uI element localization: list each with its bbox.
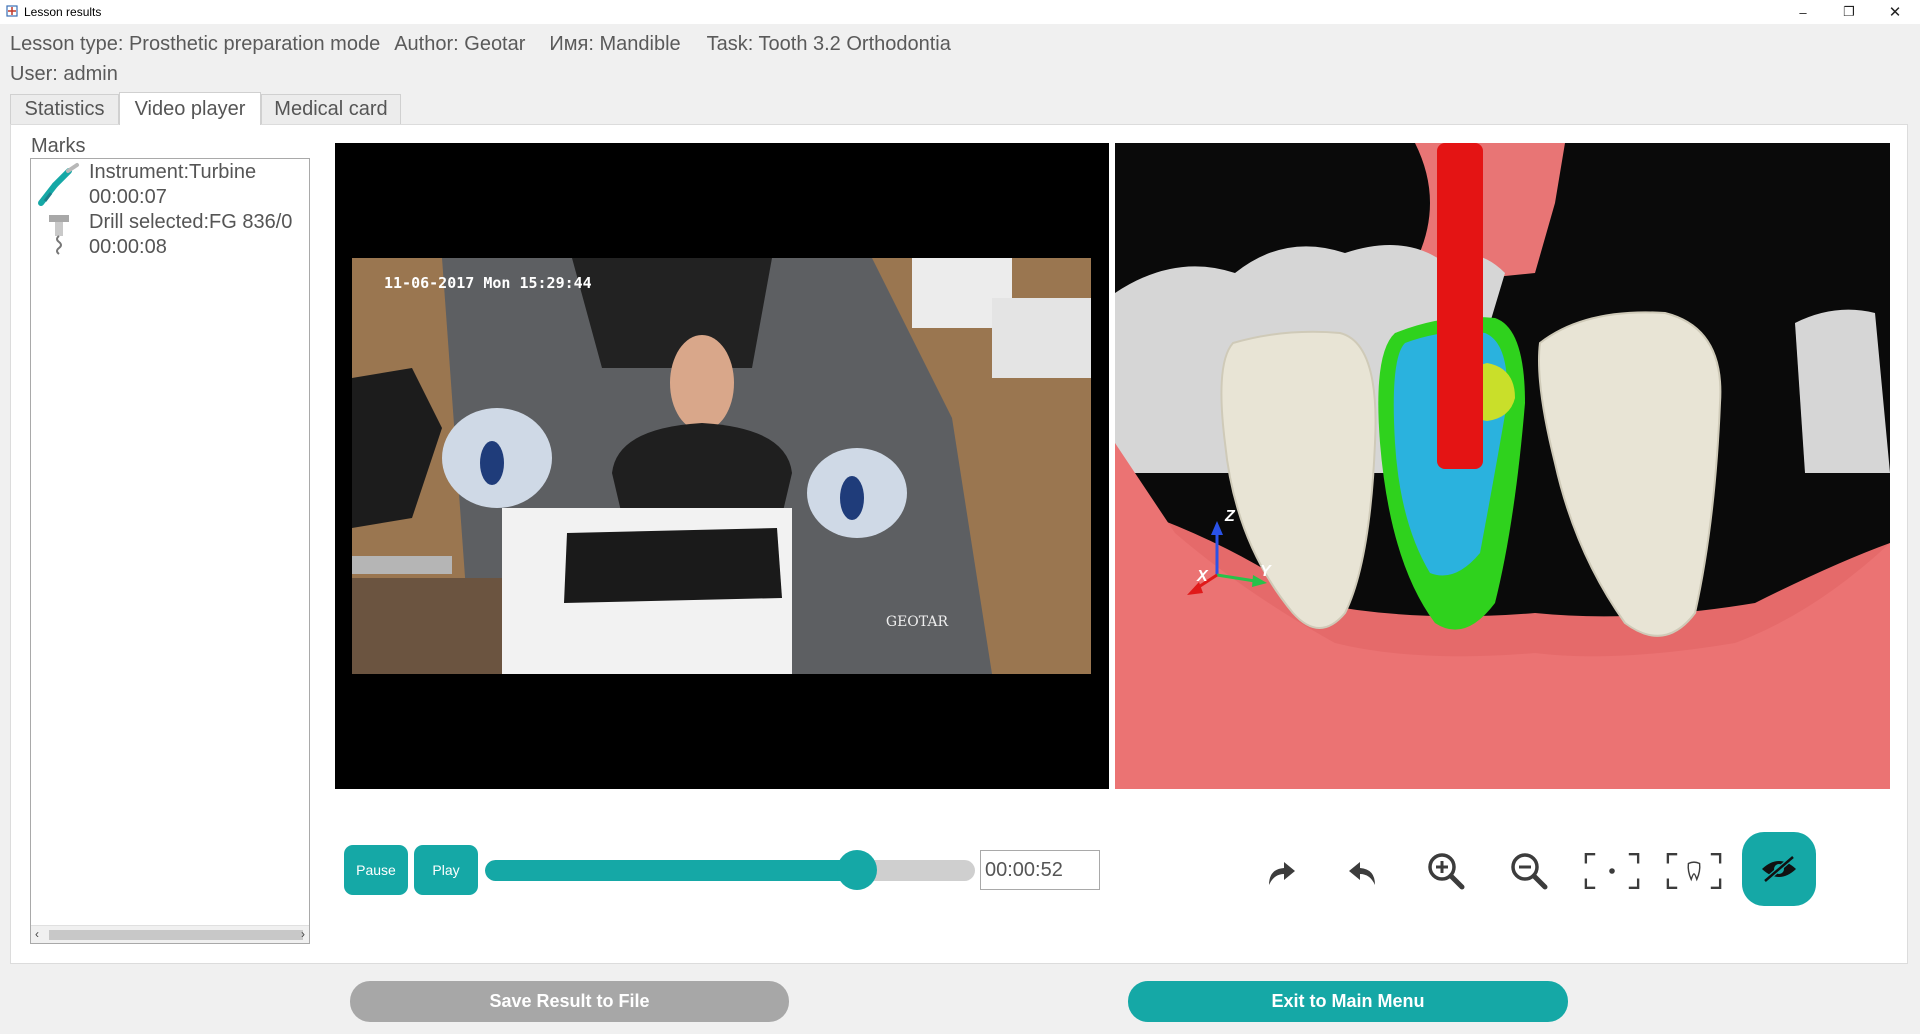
video-watermark: GEOTAR	[885, 614, 948, 630]
mark-title: Instrument:Turbine	[89, 161, 257, 183]
user-info: User: admin	[10, 63, 118, 85]
undo-icon	[1349, 862, 1375, 885]
lesson-type: Lesson type: Prosthetic preparation mode	[10, 33, 381, 55]
hide-icon	[1762, 855, 1796, 883]
fit-tooth-button[interactable]	[1666, 843, 1722, 899]
pause-button[interactable]: Pause	[344, 845, 408, 895]
lesson-name: Имя: Mandible	[549, 33, 681, 55]
redo-button[interactable]	[1252, 843, 1308, 899]
axis-y-label: Y	[1260, 563, 1271, 580]
seek-slider[interactable]	[485, 860, 975, 881]
marks-list[interactable]: Instrument:Turbine 00:00:07 Drill select…	[30, 158, 310, 944]
camera-scene	[352, 258, 1091, 674]
tab-statistics[interactable]: Statistics	[10, 94, 119, 124]
tab-video-player[interactable]: Video player	[119, 92, 261, 125]
close-button[interactable]: ✕	[1872, 0, 1918, 24]
marks-label: Marks	[31, 135, 86, 157]
fit-tooth-icon	[1666, 853, 1722, 889]
minimize-button[interactable]: –	[1780, 0, 1826, 24]
fit-view-button[interactable]	[1584, 843, 1640, 899]
redo-icon	[1269, 862, 1295, 885]
fit-view-icon	[1584, 853, 1640, 889]
lesson-info: Lesson type: Prosthetic preparation mode…	[10, 33, 965, 56]
mark-time: 00:00:08	[89, 236, 167, 258]
app-icon	[6, 5, 18, 17]
axis-z-label: Z	[1225, 508, 1235, 525]
scroll-left-icon[interactable]: ‹	[35, 927, 39, 941]
lesson-task: Task: Tooth 3.2 Orthodontia	[706, 33, 951, 55]
tab-medical-card[interactable]: Medical card	[261, 94, 401, 124]
play-button[interactable]: Play	[414, 845, 478, 895]
turbine-icon	[38, 163, 79, 206]
lesson-author: Author: Geotar	[394, 33, 526, 55]
mark-title: Drill selected:FG 836/0	[89, 211, 293, 233]
axis-x-label: X	[1197, 568, 1208, 585]
drill-icon	[49, 215, 69, 255]
time-field[interactable]	[980, 850, 1100, 890]
model-3d-view[interactable]: Z Y X	[1115, 143, 1890, 789]
save-result-button[interactable]: Save Result to File	[350, 981, 789, 1022]
undo-button[interactable]	[1336, 843, 1392, 899]
tooth-model	[1115, 143, 1890, 789]
window-title: Lesson results	[24, 5, 102, 19]
zoom-in-icon	[1428, 853, 1465, 890]
horizontal-scrollbar[interactable]: ‹ ›	[31, 925, 309, 943]
hide-button[interactable]	[1742, 832, 1816, 906]
mark-time: 00:00:07	[89, 186, 167, 208]
zoom-out-icon	[1511, 853, 1548, 890]
title-bar: Lesson results – ❐ ✕	[0, 0, 1920, 24]
maximize-button[interactable]: ❐	[1826, 0, 1872, 24]
scrollbar-thumb[interactable]	[49, 930, 303, 940]
camera-frame: 11-06-2017 Mon 15:29:44 GEOTAR	[352, 258, 1091, 674]
video-view: 11-06-2017 Mon 15:29:44 GEOTAR	[335, 143, 1109, 789]
exit-main-menu-button[interactable]: Exit to Main Menu	[1128, 981, 1568, 1022]
zoom-out-button[interactable]	[1501, 843, 1557, 899]
zoom-in-button[interactable]	[1418, 843, 1474, 899]
seek-progress-fill	[485, 860, 858, 881]
scroll-right-icon[interactable]: ›	[301, 927, 305, 941]
list-item[interactable]: Drill selected:FG 836/0 00:00:08	[31, 209, 309, 259]
list-item[interactable]: Instrument:Turbine 00:00:07	[31, 159, 309, 209]
video-timestamp: 11-06-2017 Mon 15:29:44	[384, 274, 592, 292]
